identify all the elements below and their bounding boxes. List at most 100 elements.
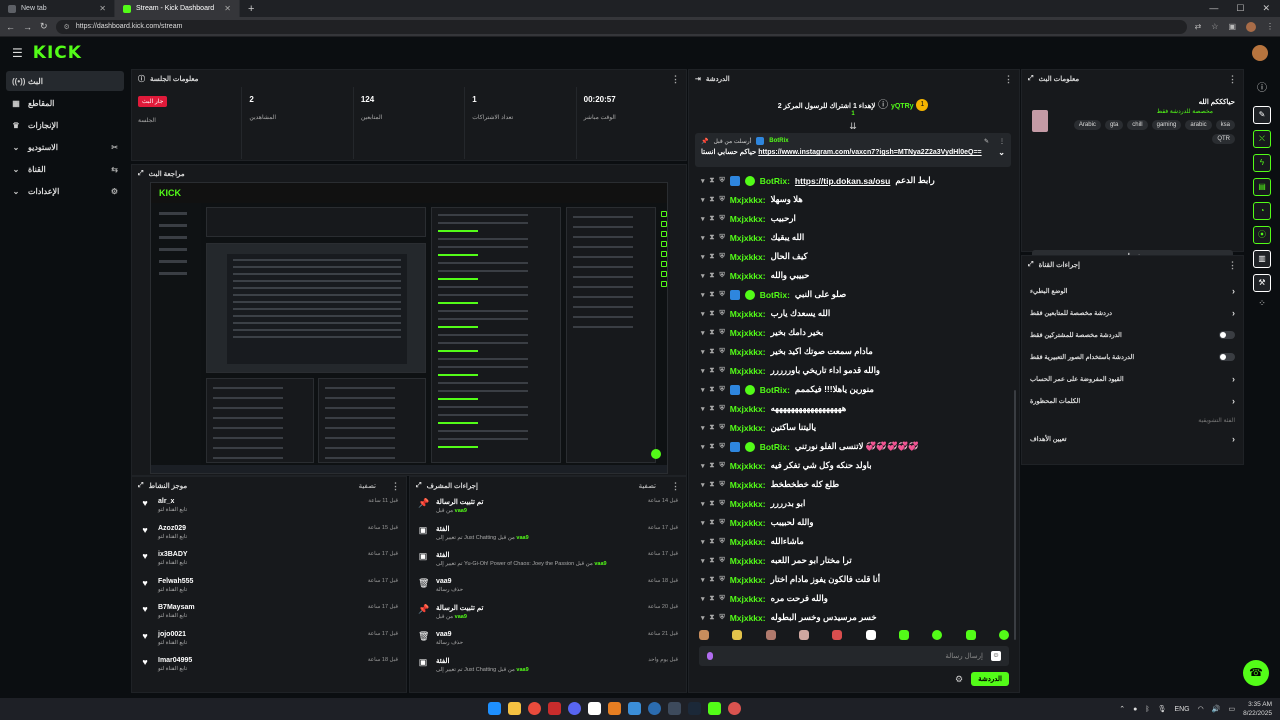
sidebar-item-achievements[interactable]: ♛ الإنجازات [6, 115, 124, 135]
tag[interactable]: gta [1104, 120, 1124, 130]
discord-icon[interactable] [568, 702, 581, 715]
sidebar-item-studio[interactable]: ⌄ الاستوديو ✂ [6, 137, 124, 157]
chat-message[interactable]: ▾ ⧗ ⛨ Mxjxkkx: ابو بدرررر [689, 494, 1014, 513]
chat-username[interactable]: BotRix: [760, 290, 790, 300]
chat-send-button[interactable]: الدردشة [971, 672, 1009, 686]
mic-icon[interactable] [707, 652, 713, 660]
tag[interactable]: QTR [1212, 134, 1235, 144]
emoji-icon[interactable]: ☺ [991, 651, 1001, 661]
set-goals-row[interactable]: تعيين الأهداف › [1022, 428, 1243, 450]
unpin-icon[interactable]: ✎ [984, 138, 989, 145]
timeout-icon[interactable]: ⧗ [710, 595, 715, 603]
chat-username[interactable]: Mxjxkkx: [730, 461, 766, 471]
chat-username[interactable]: Mxjxkkx: [730, 233, 766, 243]
chat-username[interactable]: Mxjxkkx: [730, 480, 766, 490]
site-info-icon[interactable]: ⚙ [64, 23, 70, 31]
menu-dots-icon[interactable]: ⋮ [1266, 22, 1274, 31]
chat-message[interactable]: ▾ ⧗ ⛨ Mxjxkkx: حبيبي والله [689, 266, 1014, 285]
profile-icon[interactable] [1246, 21, 1256, 32]
emote-icon[interactable] [865, 630, 876, 640]
chat-message[interactable]: ▾ ⧗ ⛨ Mxjxkkx: ترا مختار ابو حمر اللعبه [689, 551, 1014, 570]
document-icon[interactable]: ▤ [1253, 178, 1271, 196]
timeout-icon[interactable]: ⧗ [710, 519, 715, 527]
emote-icon[interactable] [699, 630, 709, 640]
gifter-name[interactable]: yQTRy [891, 103, 914, 110]
scroll-down-icon[interactable]: ⇊ [695, 121, 1011, 132]
chat-message[interactable]: ▾ ⧗ ⛨ Mxjxkkx: والله لحبيبب [689, 513, 1014, 532]
hamburger-menu-icon[interactable]: ☰ [12, 46, 23, 60]
more-options-icon[interactable]: ⋮ [1004, 74, 1013, 85]
app-icon[interactable] [588, 702, 601, 715]
action-user[interactable]: vaa9 [516, 535, 528, 541]
subscribers-only-toggle[interactable] [1219, 331, 1235, 339]
expand-icon[interactable]: ⤢ [138, 482, 144, 490]
chat-message[interactable]: ▾ ⧗ ⛨ Mxjxkkx: الله يبقيك [689, 228, 1014, 247]
video-app-icon[interactable] [548, 702, 561, 715]
wifi-icon[interactable]: ◠ [1198, 705, 1204, 713]
pinned-user[interactable]: BotRix [769, 138, 788, 144]
account-age-row[interactable]: القيود المفروضة على عمر الحساب › [1022, 368, 1243, 390]
timeout-icon[interactable]: ⧗ [710, 367, 715, 375]
timeout-icon[interactable]: ⧗ [710, 481, 715, 489]
chat-message[interactable]: ▾ ⧗ ⛨ BotRix: لاتنسى الفلو نورتني 💞💞💞💞💞 [689, 437, 1014, 456]
chat-bubble-icon[interactable]: ◔ [1253, 202, 1271, 220]
action-user[interactable]: vaa9 [455, 508, 467, 514]
app-icon[interactable] [668, 702, 681, 715]
chat-username[interactable]: Mxjxkkx: [730, 537, 766, 547]
more-options-icon[interactable]: ⋮ [999, 138, 1005, 145]
wrench-icon[interactable]: ⚒ [1253, 274, 1271, 292]
chat-username[interactable]: Mxjxkkx: [730, 271, 766, 281]
bluetooth-icon[interactable]: ᛒ [1145, 706, 1149, 713]
mic-icon[interactable]: 🎙 [1158, 705, 1167, 713]
timeout-icon[interactable]: ⧗ [710, 500, 715, 508]
chevron-down-icon[interactable]: ⌄ [998, 148, 1005, 157]
chat-username[interactable]: Mxjxkkx: [730, 404, 766, 414]
chat-message[interactable]: ▾ ⧗ ⛨ Mxjxkkx: هلا وسهلا [689, 190, 1014, 209]
gear-icon[interactable]: ⚙ [955, 674, 963, 685]
chat-link[interactable]: https://tip.dokan.sa/osu [795, 176, 890, 186]
expand-icon[interactable]: ⤢ [138, 170, 144, 178]
chat-username[interactable]: Mxjxkkx: [730, 594, 766, 604]
new-tab-icon[interactable]: + [240, 3, 262, 15]
filter-button[interactable]: تصفية [359, 482, 376, 490]
chat-message[interactable]: ▾ ⧗ ⛨ Mxjxkkx: ارحبيب [689, 209, 1014, 228]
connections-icon[interactable]: ⁘ [1244, 298, 1280, 309]
lightning-icon[interactable]: ϟ [1253, 154, 1271, 172]
close-icon[interactable]: ✕ [224, 4, 231, 13]
user-avatar[interactable] [1252, 45, 1268, 61]
chat-username[interactable]: BotRix: [760, 176, 790, 186]
bookmark-star-icon[interactable]: ☆ [1211, 22, 1218, 31]
emote-icon[interactable] [998, 630, 1009, 640]
maximize-icon[interactable]: ☐ [1236, 3, 1244, 14]
tag[interactable]: chill [1127, 120, 1148, 130]
tag[interactable]: ksa [1215, 120, 1235, 130]
sidebar-item-clips[interactable]: ▦ المقاطع [6, 93, 124, 113]
more-options-icon[interactable]: ⋮ [1228, 74, 1237, 85]
tag[interactable]: gaming [1151, 120, 1182, 130]
chat-message[interactable]: ▾ ⧗ ⛨ Mxjxkkx: والله فرحت مره [689, 589, 1014, 608]
action-user[interactable]: vaa9 [516, 667, 528, 673]
forward-icon[interactable]: → [23, 22, 32, 32]
timeout-icon[interactable]: ⧗ [710, 405, 715, 413]
more-options-icon[interactable]: ⋮ [671, 74, 680, 85]
chat-message[interactable]: ▾ ⧗ ⛨ BotRix: منورين ياهلا!!! فيكممم [689, 380, 1014, 399]
more-options-icon[interactable]: ⋮ [671, 481, 680, 492]
app-icon[interactable] [728, 702, 741, 715]
expand-icon[interactable]: ⤢ [416, 482, 422, 490]
timeout-icon[interactable]: ⧗ [710, 234, 715, 242]
translate-icon[interactable]: ⇄ [1195, 22, 1202, 31]
tag[interactable]: arabic [1185, 120, 1212, 130]
chat-message[interactable]: ▾ ⧗ ⛨ Mxjxkkx: أنا قلت فالكون يفوز مادام اخت… [689, 570, 1014, 589]
kick-app-icon[interactable] [708, 702, 721, 715]
slow-mode-row[interactable]: الوضع البطيء › [1022, 280, 1243, 302]
more-options-icon[interactable]: ⋮ [1228, 260, 1237, 271]
sidebar-item-stream[interactable]: ((•)) البث [6, 71, 124, 91]
timeout-icon[interactable]: ⧗ [710, 443, 715, 451]
close-icon[interactable]: ✕ [99, 4, 106, 13]
close-window-icon[interactable]: ✕ [1262, 3, 1270, 14]
chat-message[interactable]: ▾ ⧗ ⛨ Mxjxkkx: خسر مرسيدس وخسر البطوله [689, 608, 1014, 623]
chat-username[interactable]: Mxjxkkx: [730, 556, 766, 566]
chat-username[interactable]: Mxjxkkx: [730, 309, 766, 319]
sidebar-item-channel[interactable]: ⌄ القناة ⇆ [6, 159, 124, 179]
chrome-icon[interactable] [528, 702, 541, 715]
